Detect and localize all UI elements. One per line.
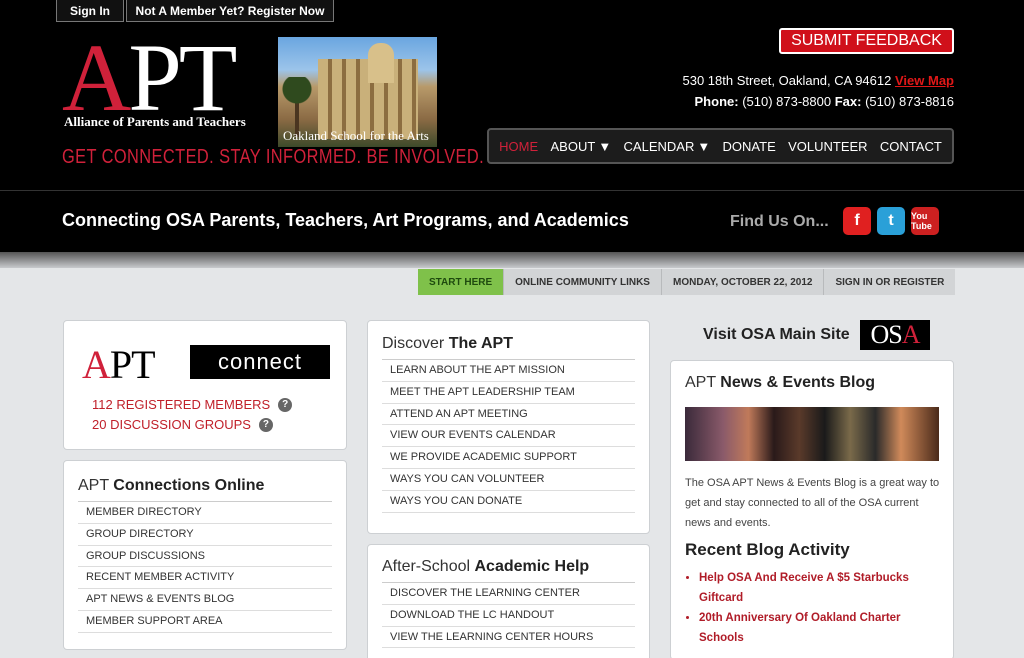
phone-number: (510) 873-8800 xyxy=(742,94,832,109)
help-icon[interactable]: ? xyxy=(278,397,293,412)
registered-members[interactable]: 112 REGISTERED MEMBERS? xyxy=(92,397,293,412)
nav-calendar[interactable]: CALENDAR ▼ xyxy=(624,139,711,154)
logo-letter-a: A xyxy=(82,342,111,387)
nav-contact[interactable]: CONTACT xyxy=(880,139,942,154)
blog-post-link[interactable]: Help OSA And Receive A $5 Starbucks Gift… xyxy=(699,568,939,608)
discover-card: Discover The APT LEARN ABOUT THE APT MIS… xyxy=(367,320,650,534)
list-item[interactable]: WAYS YOU CAN DONATE xyxy=(382,491,635,513)
connections-title: APT Connections Online xyxy=(78,477,346,495)
nav-home[interactable]: HOME xyxy=(499,139,538,154)
list-item[interactable]: DOWNLOAD THE LC HANDOUT xyxy=(382,605,635,627)
nav-about-label: ABOUT xyxy=(550,138,596,154)
submit-feedback-button[interactable]: SUBMIT FEEDBACK xyxy=(779,28,954,54)
caret-down-icon: ▼ xyxy=(598,138,612,154)
discussion-groups[interactable]: 20 DISCUSSION GROUPS? xyxy=(92,417,273,432)
main-nav: HOME ABOUT ▼ CALENDAR ▼ DONATE VOLUNTEER C… xyxy=(487,128,954,164)
facebook-icon[interactable]: f xyxy=(843,207,871,235)
list-item[interactable]: RECENT MEMBER ACTIVITY xyxy=(78,567,332,590)
blog-banner-image[interactable] xyxy=(685,407,939,461)
list-item[interactable]: GROUP DISCUSSIONS xyxy=(78,546,332,568)
connections-card: APT Connections Online MEMBER DIRECTORY … xyxy=(63,460,347,650)
tab-date: MONDAY, OCTOBER 22, 2012 xyxy=(660,269,824,295)
afterschool-title: After-School Academic Help xyxy=(382,558,649,576)
list-item[interactable]: VIEW OUR EVENTS CALENDAR xyxy=(382,425,635,448)
list-item[interactable]: WAYS YOU CAN VOLUNTEER xyxy=(382,469,635,491)
title-prefix: Discover xyxy=(382,335,449,352)
blog-post-link[interactable]: 20th Anniversary Of Oakland Charter Scho… xyxy=(699,608,939,648)
apt-connect-logo-text: APT xyxy=(82,341,156,388)
osa-letter-o: O xyxy=(870,320,889,349)
nav-volunteer[interactable]: VOLUNTEER xyxy=(788,139,867,154)
blog-title: APT News & Events Blog xyxy=(685,374,953,392)
list-item[interactable]: VIEW THE LEARNING CENTER HOURS xyxy=(382,627,635,649)
osa-letter-s: S xyxy=(888,320,903,349)
tagline: GET CONNECTED. STAY INFORMED. BE INVOLVE… xyxy=(62,146,485,168)
fax-label: Fax: xyxy=(834,94,862,109)
nav-about[interactable]: ABOUT ▼ xyxy=(551,139,612,154)
blog-card: APT News & Events Blog The OSA APT News … xyxy=(670,360,954,658)
list-item[interactable]: APT NEWS & EVENTS BLOG xyxy=(78,589,332,611)
contact-info: 530 18th Street, Oakland, CA 94612 View … xyxy=(682,70,954,112)
afterschool-card: After-School Academic Help DISCOVER THE … xyxy=(367,544,650,658)
view-map-link[interactable]: View Map xyxy=(895,73,954,88)
discover-list: LEARN ABOUT THE APT MISSION MEET THE APT… xyxy=(382,359,635,513)
sign-in-button[interactable]: Sign In xyxy=(56,0,124,22)
visit-osa-label[interactable]: Visit OSA Main Site xyxy=(703,326,850,344)
connections-list: MEMBER DIRECTORY GROUP DIRECTORY GROUP D… xyxy=(78,501,332,633)
caret-down-icon: ▼ xyxy=(697,138,711,154)
list-item[interactable]: MEMBER DIRECTORY xyxy=(78,502,332,524)
list-item[interactable]: ATTEND AN APT MEETING xyxy=(382,404,635,426)
find-us-label: Find Us On... xyxy=(730,213,829,230)
list-item[interactable]: LEARN ABOUT THE APT MISSION xyxy=(382,360,635,382)
members-link[interactable]: 112 REGISTERED MEMBERS xyxy=(92,397,270,412)
apt-logo[interactable]: APT xyxy=(62,30,237,126)
afterschool-list: DISCOVER THE LEARNING CENTER DOWNLOAD TH… xyxy=(382,582,635,649)
site-slogan: Connecting OSA Parents, Teachers, Art Pr… xyxy=(62,210,629,230)
tab-start-here[interactable]: START HERE xyxy=(418,269,504,295)
register-button[interactable]: Not A Member Yet? Register Now xyxy=(126,0,334,22)
list-item[interactable]: WE PROVIDE ACADEMIC SUPPORT xyxy=(382,447,635,469)
list-item[interactable]: MEET THE APT LEADERSHIP TEAM xyxy=(382,382,635,404)
groups-link[interactable]: 20 DISCUSSION GROUPS xyxy=(92,417,251,432)
title-bold: Connections Online xyxy=(113,477,265,494)
site-header: Sign In Not A Member Yet? Register Now A… xyxy=(0,0,1024,190)
fax-number: (510) 873-8816 xyxy=(865,94,954,109)
title-bold: News & Events Blog xyxy=(720,374,875,391)
blog-description: The OSA APT News & Events Blog is a grea… xyxy=(685,477,940,529)
title-bold: The APT xyxy=(448,335,513,352)
help-icon[interactable]: ? xyxy=(258,417,273,432)
tab-community-links[interactable]: ONLINE COMMUNITY LINKS xyxy=(503,269,661,295)
osa-letter-a: A xyxy=(901,320,921,349)
title-bold: Academic Help xyxy=(474,558,590,575)
discover-title: Discover The APT xyxy=(382,335,649,353)
title-prefix: APT xyxy=(78,477,114,494)
list-item[interactable]: DISCOVER THE LEARNING CENTER xyxy=(382,583,635,605)
nav-calendar-label: CALENDAR xyxy=(623,138,695,154)
recent-posts-list: Help OSA And Receive A $5 Starbucks Gift… xyxy=(699,568,939,648)
sub-tabs: START HERE ONLINE COMMUNITY LINKS MONDAY… xyxy=(418,269,956,295)
logo-letters-pt: PT xyxy=(109,342,156,387)
phone-label: Phone: xyxy=(694,94,739,109)
list-item[interactable]: GROUP DIRECTORY xyxy=(78,524,332,546)
youtube-icon[interactable]: You Tube xyxy=(911,207,939,235)
tab-sign-in-register[interactable]: SIGN IN OR REGISTER xyxy=(823,269,956,295)
school-caption: Oakland School for the Arts xyxy=(283,128,429,143)
connect-badge: connect xyxy=(190,345,330,379)
apt-connect-card: APT connect 112 REGISTERED MEMBERS? 20 D… xyxy=(63,320,347,450)
twitter-icon[interactable]: t xyxy=(877,207,905,235)
recent-blog-title: Recent Blog Activity xyxy=(685,540,850,559)
address: 530 18th Street, Oakland, CA 94612 xyxy=(682,73,892,88)
list-item[interactable]: MEMBER SUPPORT AREA xyxy=(78,611,332,633)
osa-logo[interactable]: OSA xyxy=(860,320,930,350)
title-prefix: APT xyxy=(685,374,721,391)
title-prefix: After-School xyxy=(382,558,475,575)
header-shadow xyxy=(0,252,1024,268)
slogan-band: Connecting OSA Parents, Teachers, Art Pr… xyxy=(0,190,1024,252)
logo-subtitle: Alliance of Parents and Teachers xyxy=(64,114,246,129)
nav-donate[interactable]: DONATE xyxy=(723,139,776,154)
